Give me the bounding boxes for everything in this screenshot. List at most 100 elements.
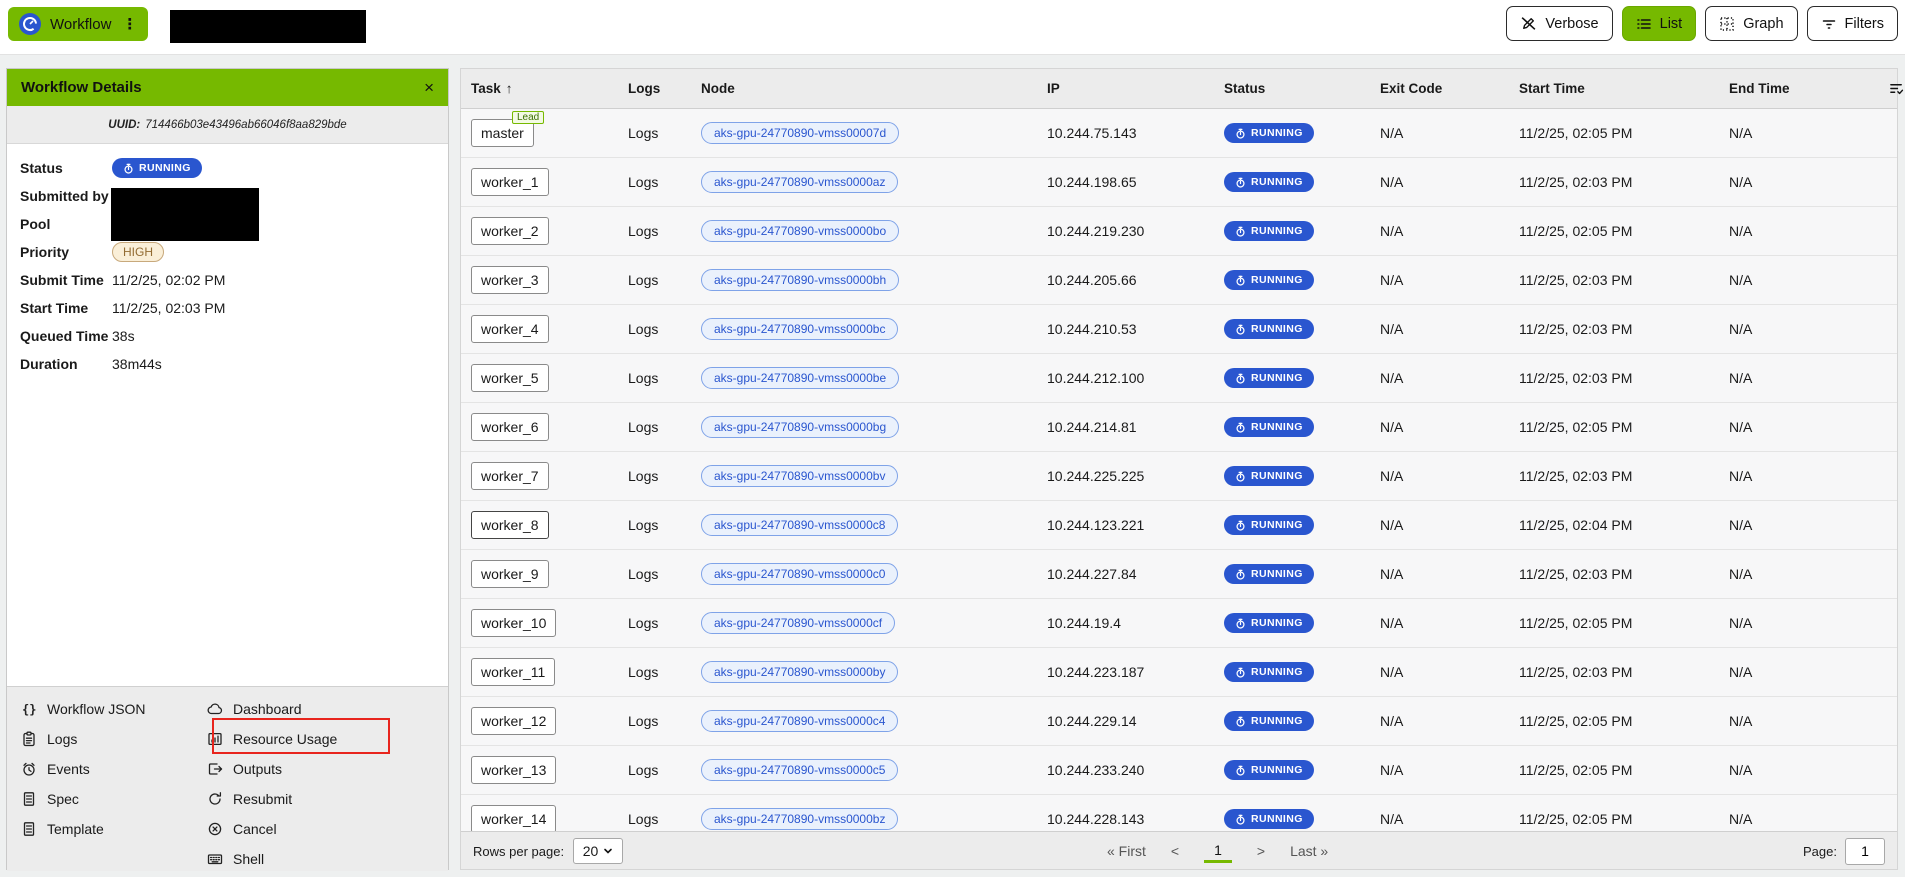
end-time-value: N/A (1729, 272, 1889, 288)
node-pill[interactable]: aks-gpu-24770890-vmss0000c4 (701, 710, 898, 732)
stopwatch-icon (1235, 814, 1246, 825)
table-body: masterLead Logs aks-gpu-24770890-vmss00007… (461, 109, 1897, 831)
filters-label: Filters (1845, 16, 1884, 32)
node-pill[interactable]: aks-gpu-24770890-vmss0000bc (701, 318, 898, 340)
node-pill[interactable]: aks-gpu-24770890-vmss0000bv (701, 465, 898, 487)
action-cancel[interactable]: Cancel (207, 814, 437, 844)
logs-link[interactable]: Logs (628, 223, 658, 239)
column-header-ip[interactable]: IP (1047, 81, 1224, 96)
action-events[interactable]: Events (21, 754, 196, 784)
verbose-button[interactable]: Verbose (1506, 6, 1612, 41)
kebab-menu-icon[interactable]: ⋮ (120, 15, 137, 33)
end-time-value: N/A (1729, 762, 1889, 778)
task-box[interactable]: worker_12 (471, 707, 556, 735)
task-box[interactable]: masterLead (471, 119, 534, 147)
node-pill[interactable]: aks-gpu-24770890-vmss0000c5 (701, 759, 898, 781)
exit-code-value: N/A (1380, 664, 1519, 680)
logs-link[interactable]: Logs (628, 664, 658, 680)
action-resubmit[interactable]: Resubmit (207, 784, 437, 814)
graph-view-button[interactable]: Graph (1705, 6, 1797, 41)
action-template[interactable]: Template (21, 814, 196, 844)
action-spec[interactable]: Spec (21, 784, 196, 814)
task-box[interactable]: worker_11 (471, 658, 555, 686)
workflow-menu-button[interactable]: Workflow ⋮ (8, 7, 148, 41)
logs-link[interactable]: Logs (628, 566, 658, 582)
sort-ascending-icon[interactable]: ↑ (506, 81, 513, 96)
logs-link[interactable]: Logs (628, 762, 658, 778)
list-icon (1636, 16, 1652, 32)
task-box[interactable]: worker_10 (471, 609, 556, 637)
workflow-button-label: Workflow (50, 16, 111, 33)
node-pill[interactable]: aks-gpu-24770890-vmss0000bh (701, 269, 899, 291)
column-header-node[interactable]: Node (701, 81, 1047, 96)
task-box[interactable]: worker_13 (471, 756, 556, 784)
ip-value: 10.244.123.221 (1047, 517, 1224, 533)
logs-link[interactable]: Logs (628, 272, 658, 288)
logs-link[interactable]: Logs (628, 419, 658, 435)
action-workflow-json[interactable]: {}Workflow JSON (21, 694, 196, 724)
pagination-first[interactable]: « First (1107, 843, 1146, 859)
task-box[interactable]: worker_7 (471, 462, 549, 490)
task-box[interactable]: worker_6 (471, 413, 549, 441)
task-box[interactable]: worker_2 (471, 217, 549, 245)
status-badge: RUNNING (1224, 515, 1314, 535)
action-label: Resubmit (233, 791, 292, 807)
node-pill[interactable]: aks-gpu-24770890-vmss0000bg (701, 416, 899, 438)
column-header-exit-code[interactable]: Exit Code (1380, 81, 1519, 96)
stopwatch-icon (1235, 667, 1246, 678)
logs-link[interactable]: Logs (628, 713, 658, 729)
filters-button[interactable]: Filters (1807, 6, 1898, 41)
node-pill[interactable]: aks-gpu-24770890-vmss0000cf (701, 612, 895, 634)
column-header-end-time[interactable]: End Time (1729, 81, 1889, 96)
panel-actions: {}Workflow JSONLogsEventsSpecTemplate Da… (7, 686, 448, 871)
task-box[interactable]: worker_8 (471, 511, 549, 539)
node-pill[interactable]: aks-gpu-24770890-vmss0000be (701, 367, 899, 389)
start-time-value: 11/2/25, 02:03 PM (1519, 566, 1729, 582)
page-input[interactable] (1845, 838, 1885, 865)
node-pill[interactable]: aks-gpu-24770890-vmss0000az (701, 171, 898, 193)
status-badge: RUNNING (1224, 564, 1314, 584)
pagination-prev[interactable]: < (1171, 843, 1179, 859)
column-header-status[interactable]: Status (1224, 81, 1380, 96)
column-settings-icon[interactable] (1889, 81, 1905, 96)
rows-per-page-select[interactable]: 20 (573, 838, 623, 864)
node-pill[interactable]: aks-gpu-24770890-vmss0000by (701, 661, 898, 683)
column-header-task[interactable]: Task ↑ (471, 81, 628, 96)
field-label: Status (20, 160, 112, 176)
start-time-value: 11/2/25, 02:03 PM (1519, 321, 1729, 337)
logs-link[interactable]: Logs (628, 174, 658, 190)
close-icon[interactable]: × (424, 79, 434, 96)
task-box[interactable]: worker_3 (471, 266, 549, 294)
action-outputs[interactable]: Outputs (207, 754, 437, 784)
logs-link[interactable]: Logs (628, 615, 658, 631)
task-box[interactable]: worker_5 (471, 364, 549, 392)
logs-link[interactable]: Logs (628, 517, 658, 533)
list-view-button[interactable]: List (1622, 6, 1697, 41)
action-logs[interactable]: Logs (21, 724, 196, 754)
status-badge-text: RUNNING (1251, 666, 1303, 678)
logs-link[interactable]: Logs (628, 468, 658, 484)
node-pill[interactable]: aks-gpu-24770890-vmss0000bz (701, 808, 898, 830)
logs-link[interactable]: Logs (628, 811, 658, 827)
action-dashboard[interactable]: Dashboard (207, 694, 437, 724)
task-box[interactable]: worker_4 (471, 315, 549, 343)
task-box[interactable]: worker_9 (471, 560, 549, 588)
column-header-start-time[interactable]: Start Time (1519, 81, 1729, 96)
action-resource-usage[interactable]: Resource Usage (207, 724, 437, 754)
task-box[interactable]: worker_1 (471, 168, 549, 196)
logs-link[interactable]: Logs (628, 125, 658, 141)
node-pill[interactable]: aks-gpu-24770890-vmss0000c8 (701, 514, 898, 536)
pagination-last[interactable]: Last » (1290, 843, 1328, 859)
logs-link[interactable]: Logs (628, 321, 658, 337)
exit-code-value: N/A (1380, 125, 1519, 141)
document-icon (21, 791, 37, 807)
task-box[interactable]: worker_14 (471, 805, 556, 831)
action-shell[interactable]: Shell (207, 844, 437, 874)
column-header-logs[interactable]: Logs (628, 81, 701, 96)
pagination-next[interactable]: > (1257, 843, 1265, 859)
logs-link[interactable]: Logs (628, 370, 658, 386)
node-pill[interactable]: aks-gpu-24770890-vmss0000bo (701, 220, 899, 242)
node-pill[interactable]: aks-gpu-24770890-vmss0000c0 (701, 563, 898, 585)
pagination-current-page[interactable]: 1 (1204, 840, 1232, 863)
node-pill[interactable]: aks-gpu-24770890-vmss00007d (701, 122, 899, 144)
